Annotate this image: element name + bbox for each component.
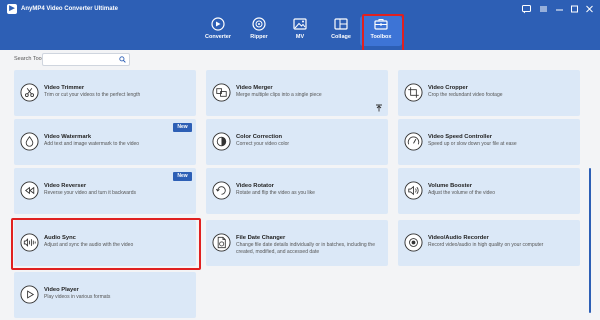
search-label: Search Tool: xyxy=(14,56,45,62)
tab-ripper[interactable]: Ripper xyxy=(238,16,280,46)
tool-title: Video Cropper xyxy=(428,85,468,91)
rotator-icon xyxy=(212,181,231,200)
scrollbar-thumb[interactable] xyxy=(589,168,591,313)
tab-collage[interactable]: Collage xyxy=(320,16,362,46)
ripper-icon xyxy=(252,17,266,31)
file-date-icon xyxy=(212,233,231,252)
player-icon xyxy=(20,285,39,304)
tool-title: Video Rotator xyxy=(236,183,274,189)
tool-card-video-watermark[interactable]: Video Watermark Add text and image water… xyxy=(14,119,196,165)
volume-icon xyxy=(404,181,423,200)
tool-desc: Play videos in various formats xyxy=(44,294,111,300)
tab-converter[interactable]: Converter xyxy=(197,16,239,46)
tool-desc: Adjust the volume of the video xyxy=(428,190,495,196)
recorder-icon xyxy=(404,233,423,252)
tool-desc: Record video/audio in high quality on yo… xyxy=(428,242,544,248)
menu-icon[interactable] xyxy=(538,4,549,14)
tool-desc: Rotate and flip the video as you like xyxy=(236,190,315,196)
tool-card-video-player[interactable]: Video Player Play videos in various form… xyxy=(14,272,196,318)
maximize-icon[interactable] xyxy=(569,4,580,14)
tool-card-video-cropper[interactable]: Video Cropper Crop the redundant video f… xyxy=(398,70,580,116)
tool-desc: Reverse your video and turn it backwards xyxy=(44,190,136,196)
tool-desc: Speed up or slow down your file at ease xyxy=(428,141,517,147)
tab-converter-label: Converter xyxy=(205,34,231,40)
tool-desc: Trim or cut your videos to the perfect l… xyxy=(44,92,141,98)
tool-card-color-correction[interactable]: Color Correction Correct your video colo… xyxy=(206,119,388,165)
app-title: AnyMP4 Video Converter Ultimate xyxy=(21,6,118,12)
watermark-icon xyxy=(20,132,39,151)
tool-card-video-rotator[interactable]: Video Rotator Rotate and flip the video … xyxy=(206,168,388,214)
tool-title: Video Player xyxy=(44,287,79,293)
toolbox-highlight-box xyxy=(362,14,404,52)
tool-card-video-merger[interactable]: Video Merger Merge multiple clips into a… xyxy=(206,70,388,116)
tool-card-video-speed-controller[interactable]: Video Speed Controller Speed up or slow … xyxy=(398,119,580,165)
search-icon[interactable] xyxy=(119,56,126,63)
tool-title: Video Reverser xyxy=(44,183,87,189)
tool-card-video-audio-recorder[interactable]: Video/Audio Recorder Record video/audio … xyxy=(398,220,580,266)
tool-card-volume-booster[interactable]: Volume Booster Adjust the volume of the … xyxy=(398,168,580,214)
tool-title: Video Speed Controller xyxy=(428,134,492,140)
merger-icon xyxy=(212,83,231,102)
cropper-icon xyxy=(404,83,423,102)
tab-ripper-label: Ripper xyxy=(250,34,268,40)
tab-mv[interactable]: MV xyxy=(279,16,321,46)
tool-desc: Change file date details individually or… xyxy=(236,242,375,255)
collage-icon xyxy=(334,18,348,30)
tool-desc: Merge multiple clips into a single piece xyxy=(236,92,322,98)
tool-card-video-trimmer[interactable]: Video Trimmer Trim or cut your videos to… xyxy=(14,70,196,116)
pin-to-top-icon[interactable] xyxy=(375,104,383,112)
tool-desc: Add text and image watermark to the vide… xyxy=(44,141,140,147)
reverser-icon xyxy=(20,181,39,200)
feedback-icon[interactable] xyxy=(521,4,532,14)
tool-title: Video Trimmer xyxy=(44,85,85,91)
mv-icon xyxy=(293,18,307,30)
tool-desc: Correct your video color xyxy=(236,141,290,147)
tool-title: Volume Booster xyxy=(428,183,473,189)
tool-title: Video Watermark xyxy=(44,134,92,140)
tool-title: File Date Changer xyxy=(236,235,286,241)
search-input[interactable] xyxy=(42,53,130,66)
tool-title: Video/Audio Recorder xyxy=(428,235,489,241)
top-bar: ▶ AnyMP4 Video Converter Ultimate Conver… xyxy=(0,0,600,50)
audio-sync-highlight-box xyxy=(11,218,201,270)
close-icon[interactable] xyxy=(584,4,595,14)
trimmer-icon xyxy=(20,83,39,102)
tool-title: Video Merger xyxy=(236,85,273,91)
app-logo-icon: ▶ xyxy=(7,4,17,14)
tool-card-video-reverser[interactable]: Video Reverser Reverse your video and tu… xyxy=(14,168,196,214)
new-badge: New xyxy=(173,123,192,132)
color-correction-icon xyxy=(212,132,231,151)
new-badge: New xyxy=(173,172,192,181)
tab-collage-label: Collage xyxy=(331,34,351,40)
converter-icon xyxy=(211,17,225,31)
tab-mv-label: MV xyxy=(295,34,305,40)
tool-desc: Crop the redundant video footage xyxy=(428,92,503,98)
minimize-icon[interactable] xyxy=(554,4,565,14)
tool-card-file-date-changer[interactable]: File Date Changer Change file date detai… xyxy=(206,220,388,266)
speed-icon xyxy=(404,132,423,151)
tool-title: Color Correction xyxy=(236,134,283,140)
